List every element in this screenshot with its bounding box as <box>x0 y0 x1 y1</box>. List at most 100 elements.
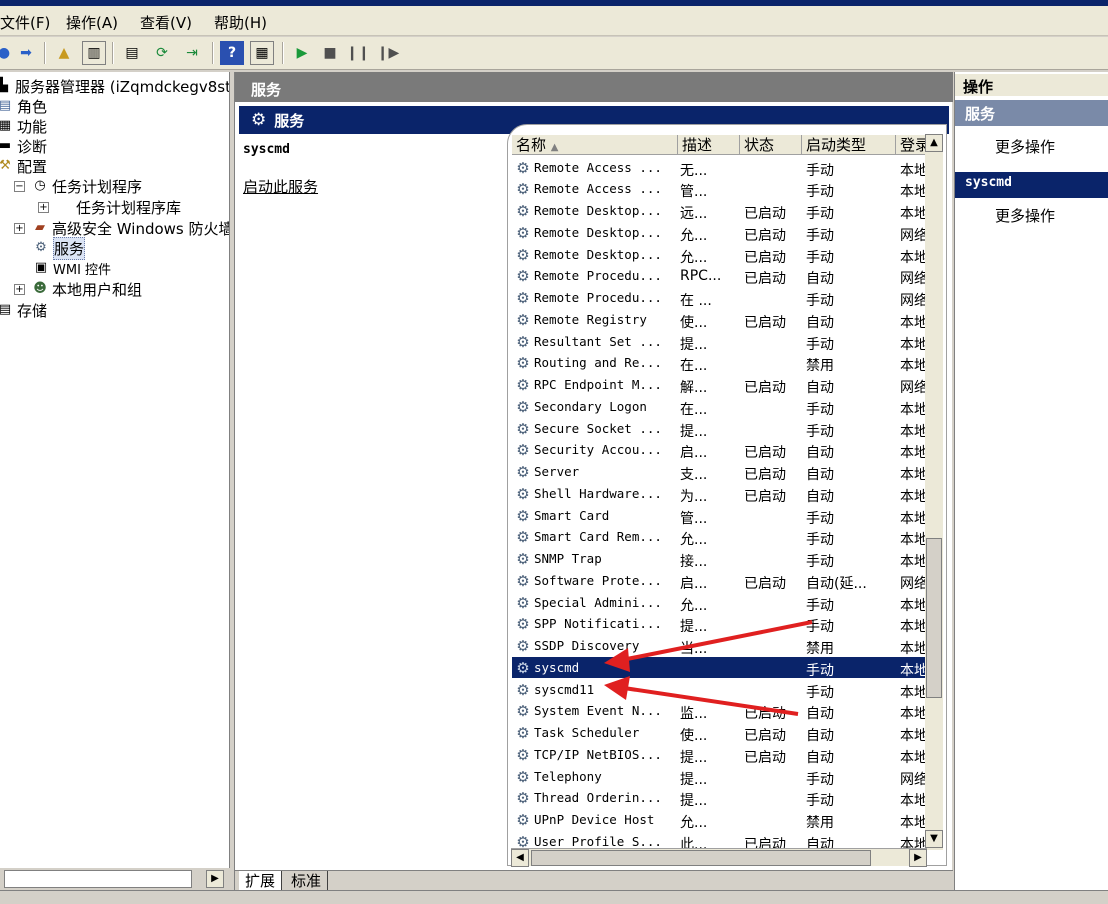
table-row[interactable]: ⚙ Telephony 提... 手动 网络 <box>512 766 932 788</box>
table-row[interactable]: ⚙ SSDP Discovery 当... 禁用 本地 <box>512 635 932 657</box>
tree-item-roles[interactable]: ▤ 角色 <box>0 96 47 116</box>
table-row[interactable]: ⚙ SPP Notificati... 提... 手动 本地 <box>512 613 932 635</box>
menu-action[interactable]: 操作(A) <box>66 12 118 33</box>
pause-service-icon[interactable]: ❙❙ <box>346 41 370 65</box>
gear-icon: ⚙ <box>516 811 530 829</box>
gear-icon: ⚙ <box>35 240 47 255</box>
scroll-thumb[interactable] <box>926 538 942 698</box>
expand-icon[interactable]: + <box>14 222 25 234</box>
service-description-cell: 允... <box>680 249 708 266</box>
tree-item-services[interactable]: ⚙ 服务 <box>32 236 86 260</box>
table-row[interactable]: ⚙ Remote Access ... 管... 手动 本地 <box>512 178 932 200</box>
table-row[interactable]: ⚙ Smart Card Rem... 允... 手动 本地 <box>512 526 932 548</box>
show-action-pane-icon[interactable]: ▦ <box>250 41 274 65</box>
table-row[interactable]: ⚙ SNMP Trap 接... 手动 本地 <box>512 548 932 570</box>
more-actions-link[interactable]: 更多操作 <box>995 136 1055 157</box>
list-horizontal-scrollbar[interactable]: ◀ ▶ <box>511 848 927 867</box>
tree-item-local-users[interactable]: + ☻ 本地用户和组 <box>14 279 142 299</box>
column-header-status[interactable]: 状态 <box>740 135 802 155</box>
table-row[interactable]: ⚙ syscmd11 手动 本地 <box>512 679 932 701</box>
tree-item-storage[interactable]: ▤ 存储 <box>0 300 47 320</box>
collapse-icon[interactable]: − <box>14 180 25 192</box>
scroll-right-icon[interactable]: ▶ <box>206 870 224 888</box>
forward-icon[interactable]: ➡ <box>14 41 38 65</box>
scroll-up-icon[interactable]: ▲ <box>925 134 943 152</box>
tree-item-configuration[interactable]: ⚒ 配置 <box>0 156 47 176</box>
service-description-cell: 解... <box>680 380 708 396</box>
expand-icon[interactable]: + <box>14 283 25 295</box>
tree-item-diagnostics[interactable]: ▬ 诊断 <box>0 136 47 156</box>
stop-service-icon[interactable]: ■ <box>318 41 342 65</box>
table-row[interactable]: ⚙ Security Accou... 启... 已启动 自动 本地 <box>512 439 932 461</box>
start-service-icon[interactable]: ▶ <box>290 41 314 65</box>
scroll-right-icon[interactable]: ▶ <box>909 849 927 867</box>
column-header-description[interactable]: 描述 <box>678 135 740 155</box>
service-description-cell: 监... <box>680 706 708 723</box>
expand-icon[interactable]: + <box>38 201 49 213</box>
table-row[interactable]: ⚙ Remote Desktop... 允... 已启动 手动 网络 <box>512 222 932 244</box>
table-row[interactable]: ⚙ UPnP Device Host 允... 禁用 本地 <box>512 809 932 831</box>
toolbar: ● ➡ ▲ ▥ ▤ ⟳ ⇥ ? ▦ ▶ ■ ❙❙ ❙▶ <box>0 37 1108 70</box>
service-status-cell: 已启动 <box>744 467 786 483</box>
tree-item-task-scheduler[interactable]: − ◷ 任务计划程序 <box>14 176 142 196</box>
tree-scrollbar[interactable]: ▶ <box>0 868 230 890</box>
table-row[interactable]: ⚙ Remote Procedu... RPC... 已启动 自动 网络 <box>512 265 932 287</box>
table-row[interactable]: ⚙ Thread Orderin... 提... 手动 本地 <box>512 787 932 809</box>
table-row[interactable]: ⚙ Remote Procedu... 在 ... 手动 网络 <box>512 287 932 309</box>
up-folder-icon[interactable]: ▲ <box>52 41 76 65</box>
service-name-cell: Remote Registry <box>534 311 647 327</box>
table-row[interactable]: ⚙ System Event N... 监... 已启动 自动 本地 <box>512 700 932 722</box>
scroll-left-icon[interactable]: ◀ <box>511 849 529 867</box>
help-icon[interactable]: ? <box>220 41 244 65</box>
restart-service-icon[interactable]: ❙▶ <box>376 41 400 65</box>
table-row[interactable]: ⚙ Smart Card 管... 手动 本地 <box>512 505 932 527</box>
actions-section-syscmd[interactable]: syscmd <box>955 172 1108 198</box>
show-tree-icon[interactable]: ▥ <box>82 41 106 65</box>
properties-icon[interactable]: ▤ <box>120 41 144 65</box>
tab-extended[interactable]: 扩展 <box>239 871 283 891</box>
table-row[interactable]: ⚙ Remote Desktop... 远... 已启动 手动 本地 <box>512 200 932 222</box>
tree-item-firewall[interactable]: + ▰ 高级安全 Windows 防火墙 <box>14 218 229 238</box>
table-row[interactable]: ⚙ TCP/IP NetBIOS... 提... 已启动 自动 本地 <box>512 744 932 766</box>
table-row[interactable]: ⚙ Shell Hardware... 为... 已启动 自动 本地 <box>512 483 932 505</box>
tree-root[interactable]: ▙ 服务器管理器 (iZqmdckegv8st8 <box>0 76 229 96</box>
table-row[interactable]: ⚙ Special Admini... 允... 手动 本地 <box>512 592 932 614</box>
service-status-cell: 已启动 <box>744 488 786 505</box>
table-row[interactable]: ⚙ Remote Desktop... 允... 已启动 手动 本地 <box>512 244 932 266</box>
table-row[interactable]: ⚙ Secure Socket ... 提... 手动 本地 <box>512 418 932 440</box>
service-name-cell: Routing and Re... <box>534 355 662 371</box>
table-row[interactable]: ⚙ Remote Registry 使... 已启动 自动 本地 <box>512 309 932 331</box>
menu-file[interactable]: 文件(F) <box>0 12 50 33</box>
tree-item-task-library[interactable]: + 任务计划程序库 <box>38 197 181 217</box>
gear-icon: ⚙ <box>516 484 530 503</box>
refresh-icon[interactable]: ⟳ <box>150 41 174 65</box>
table-row[interactable]: ⚙ Secondary Logon 在... 手动 本地 <box>512 396 932 418</box>
tree-scroll-track[interactable] <box>4 870 192 888</box>
tree-item-wmi[interactable]: ▣ WMI 控件 <box>32 258 111 278</box>
column-header-startup-type[interactable]: 启动类型 <box>802 135 896 155</box>
service-status-cell: 已启动 <box>744 380 786 396</box>
column-header-name[interactable]: 名称 ▲ <box>512 135 678 155</box>
table-row[interactable]: ⚙ Remote Access ... 无... 手动 本地 <box>512 157 932 179</box>
table-row[interactable]: ⚙ Software Prote... 启... 已启动 自动(延... 网络 <box>512 570 932 592</box>
menu-help[interactable]: 帮助(H) <box>214 12 267 33</box>
tab-standard[interactable]: 标准 <box>285 871 329 891</box>
more-actions-link[interactable]: 更多操作 <box>995 205 1055 226</box>
table-row[interactable]: ⚙ Task Scheduler 使... 已启动 自动 本地 <box>512 722 932 744</box>
scroll-down-icon[interactable]: ▼ <box>925 830 943 848</box>
start-service-link[interactable]: 启动此服务 <box>243 176 318 197</box>
table-row[interactable]: ⚙ Resultant Set ... 提... 手动 本地 <box>512 331 932 353</box>
gear-icon: ⚙ <box>516 506 530 525</box>
users-icon: ☻ <box>33 281 47 296</box>
export-icon[interactable]: ⇥ <box>180 41 204 65</box>
tree-item-features[interactable]: ▦ 功能 <box>0 116 47 136</box>
table-row[interactable]: ⚙ RPC Endpoint M... 解... 已启动 自动 网络 <box>512 374 932 396</box>
table-row[interactable]: ⚙ Server 支... 已启动 自动 本地 <box>512 461 932 483</box>
menu-view[interactable]: 查看(V) <box>140 12 192 33</box>
list-vertical-scrollbar[interactable]: ▲ ▼ <box>925 134 943 850</box>
table-row[interactable]: ⚙ syscmd 手动 本地 <box>512 656 932 679</box>
gear-icon: ⚙ <box>516 441 530 460</box>
table-row[interactable]: ⚙ Routing and Re... 在... 禁用 本地 <box>512 352 932 374</box>
actions-section-services[interactable]: 服务 <box>955 100 1108 126</box>
scroll-thumb[interactable] <box>531 850 871 866</box>
